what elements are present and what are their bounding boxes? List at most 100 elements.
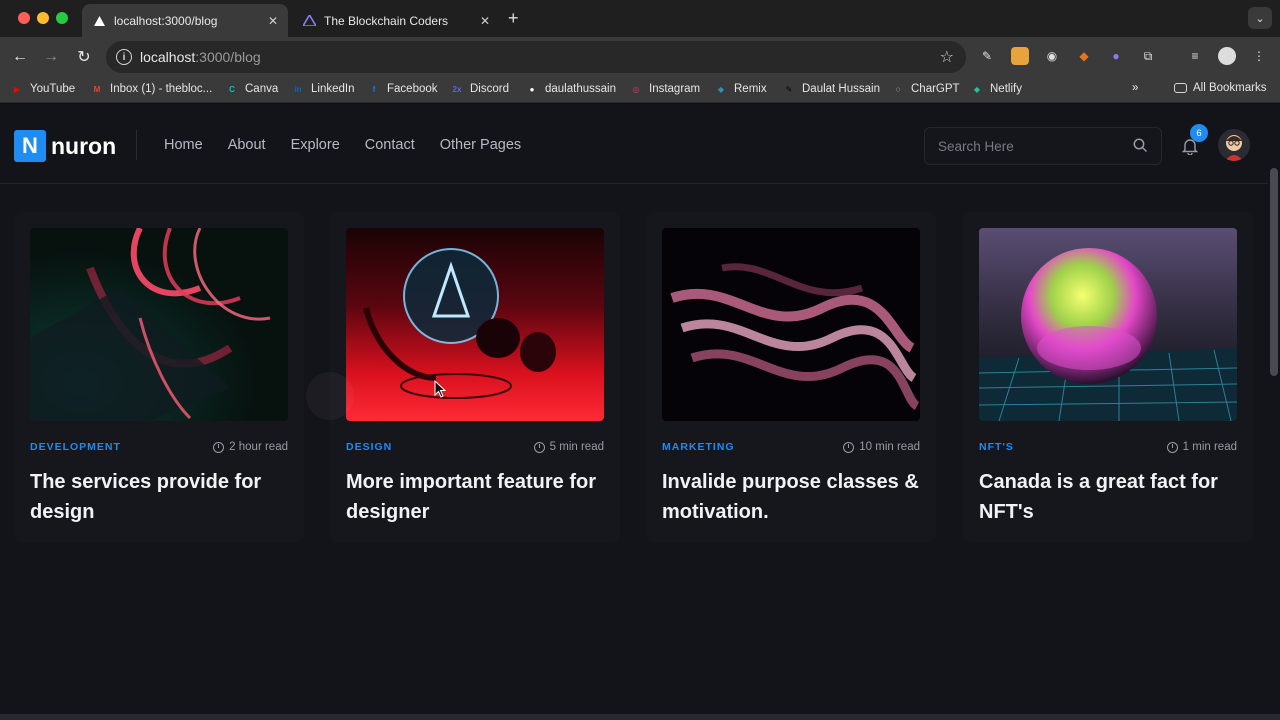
bookmark-item[interactable]: f Facebook (367, 82, 438, 96)
metamask-icon[interactable]: ◆ (1075, 47, 1093, 65)
blog-card[interactable]: MARKETING 10 min read Invalide purpose c… (646, 212, 936, 542)
bookmark-item[interactable]: ● daulathussain (525, 82, 616, 96)
post-image[interactable] (346, 228, 604, 421)
blog-card[interactable]: NFT'S 1 min read Canada is a great fact … (963, 212, 1253, 542)
github-icon: ● (529, 84, 535, 94)
pen-extension-icon[interactable]: ✎ (978, 47, 996, 65)
post-title[interactable]: Invalide purpose classes & motivation. (662, 467, 920, 527)
header-divider (136, 130, 137, 160)
post-category[interactable]: MARKETING (662, 441, 735, 453)
bookmark-star-icon[interactable]: ☆ (940, 47, 954, 67)
user-avatar[interactable] (1218, 129, 1250, 161)
profile-avatar-icon[interactable] (1218, 47, 1236, 65)
extension-icon[interactable] (1011, 47, 1029, 65)
bookmark-label: Instagram (649, 83, 701, 95)
clock-icon (843, 441, 855, 453)
bookmark-label: CharGPT (911, 83, 960, 95)
menu-dots-icon[interactable]: ⋮ (1250, 47, 1268, 65)
folder-icon (1174, 83, 1187, 93)
post-category[interactable]: DESIGN (346, 441, 392, 453)
click-highlight (306, 372, 354, 420)
nav-about[interactable]: About (228, 137, 266, 153)
reading-list-icon[interactable]: ≡ (1186, 47, 1204, 65)
blog-card[interactable]: DEVELOPMENT 2 hour read The services pro… (14, 212, 304, 542)
vercel-icon (92, 14, 106, 28)
search-box (924, 127, 1162, 165)
bookmark-label: LinkedIn (311, 83, 355, 95)
browser-toolbar: ← → ↻ i localhost:3000/blog ☆ ✎ ◉ ◆ ● ⧉ … (0, 37, 1280, 77)
tab-blog[interactable]: localhost:3000/blog ✕ (82, 4, 288, 37)
close-icon[interactable]: ✕ (480, 14, 490, 28)
post-image[interactable] (979, 228, 1237, 421)
read-time: 1 min read (1166, 441, 1237, 453)
bookmark-item[interactable]: in LinkedIn (291, 82, 354, 96)
read-time-label: 1 min read (1182, 441, 1237, 453)
bookmark-item[interactable]: ◆ Netlify (970, 82, 1022, 96)
new-tab-icon[interactable]: + (508, 8, 519, 29)
post-category[interactable]: NFT'S (979, 441, 1014, 453)
back-icon[interactable]: ← (10, 47, 30, 67)
nav-contact[interactable]: Contact (365, 137, 415, 153)
bookmark-item[interactable]: C Canva (225, 82, 278, 96)
clock-icon (213, 441, 225, 453)
extension-icon[interactable]: ● (1107, 47, 1125, 65)
close-window-button[interactable] (18, 12, 30, 24)
bookmark-item[interactable]: 2x Discord (450, 82, 509, 96)
read-time-label: 5 min read (549, 441, 604, 453)
nav-other-pages[interactable]: Other Pages (440, 137, 521, 153)
address-host: localhost (140, 49, 196, 65)
site-info-icon[interactable]: i (116, 49, 132, 65)
scrollbar-thumb[interactable] (1270, 168, 1278, 376)
bookmark-item[interactable]: ◎ Instagram (629, 82, 701, 96)
bookmark-item[interactable]: ✎ Daulat Hussain (782, 82, 880, 96)
logo-mark: N (14, 130, 46, 162)
tab-blockchain-coders[interactable]: The Blockchain Coders ✕ (292, 4, 500, 37)
linkedin-icon: in (294, 84, 302, 94)
post-title[interactable]: More important feature for designer (346, 467, 604, 527)
post-image[interactable] (662, 228, 920, 421)
read-time: 2 hour read (213, 441, 288, 453)
youtube-icon: ▶ (13, 84, 21, 94)
read-time: 5 min read (533, 441, 604, 453)
discord-icon: 2x (452, 84, 462, 94)
bookmark-label: Discord (470, 83, 509, 95)
bookmark-item[interactable]: ▶ YouTube (10, 82, 75, 96)
clock-icon (533, 441, 545, 453)
blockchain-coders-icon (302, 14, 316, 28)
bookmark-label: Remix (734, 83, 767, 95)
bookmark-item[interactable]: ◌ CharGPT (891, 82, 960, 96)
profile-icon: ✎ (785, 84, 793, 94)
blog-card[interactable]: DESIGN 5 min read More important feature… (330, 212, 620, 542)
address-bar[interactable]: i localhost:3000/blog ☆ (106, 41, 966, 73)
nav-home[interactable]: Home (164, 137, 203, 153)
post-image[interactable] (30, 228, 288, 421)
reload-icon[interactable]: ↻ (74, 47, 94, 67)
bookmark-label: Facebook (387, 83, 438, 95)
gmail-icon: M (93, 84, 101, 94)
extensions-puzzle-icon[interactable]: ⧉ (1139, 47, 1157, 65)
post-title[interactable]: The services provide for design (30, 467, 288, 527)
nav-explore[interactable]: Explore (291, 137, 340, 153)
remix-icon: ◆ (717, 84, 725, 94)
search-icon[interactable] (1133, 138, 1148, 158)
forward-icon[interactable]: → (41, 47, 61, 67)
canva-icon: C (229, 84, 235, 94)
site-logo[interactable]: N nuron (14, 130, 116, 162)
tab-search-icon[interactable]: ⌄ (1248, 7, 1272, 29)
close-icon[interactable]: ✕ (268, 14, 278, 28)
bookmark-item[interactable]: M Inbox (1) - thebloc... (90, 82, 213, 96)
maximize-window-button[interactable] (56, 12, 68, 24)
bookmark-label: YouTube (30, 83, 76, 95)
bookmarks-overflow-icon[interactable]: » (1132, 82, 1138, 94)
minimize-window-button[interactable] (37, 12, 49, 24)
search-input[interactable] (938, 138, 1128, 154)
bookmark-item[interactable]: ◆ Remix (714, 82, 767, 96)
browser-tab-bar: localhost:3000/blog ✕ The Blockchain Cod… (0, 0, 1280, 37)
camera-extension-icon[interactable]: ◉ (1043, 47, 1061, 65)
bookmark-label: Netlify (990, 83, 1022, 95)
all-bookmarks-button[interactable]: All Bookmarks (1174, 82, 1267, 94)
site-header: N nuron Home About Explore Contact Other… (0, 104, 1268, 184)
post-title[interactable]: Canada is a great fact for NFT's (979, 467, 1237, 527)
post-category[interactable]: DEVELOPMENT (30, 441, 121, 453)
read-time-label: 10 min read (859, 441, 920, 453)
